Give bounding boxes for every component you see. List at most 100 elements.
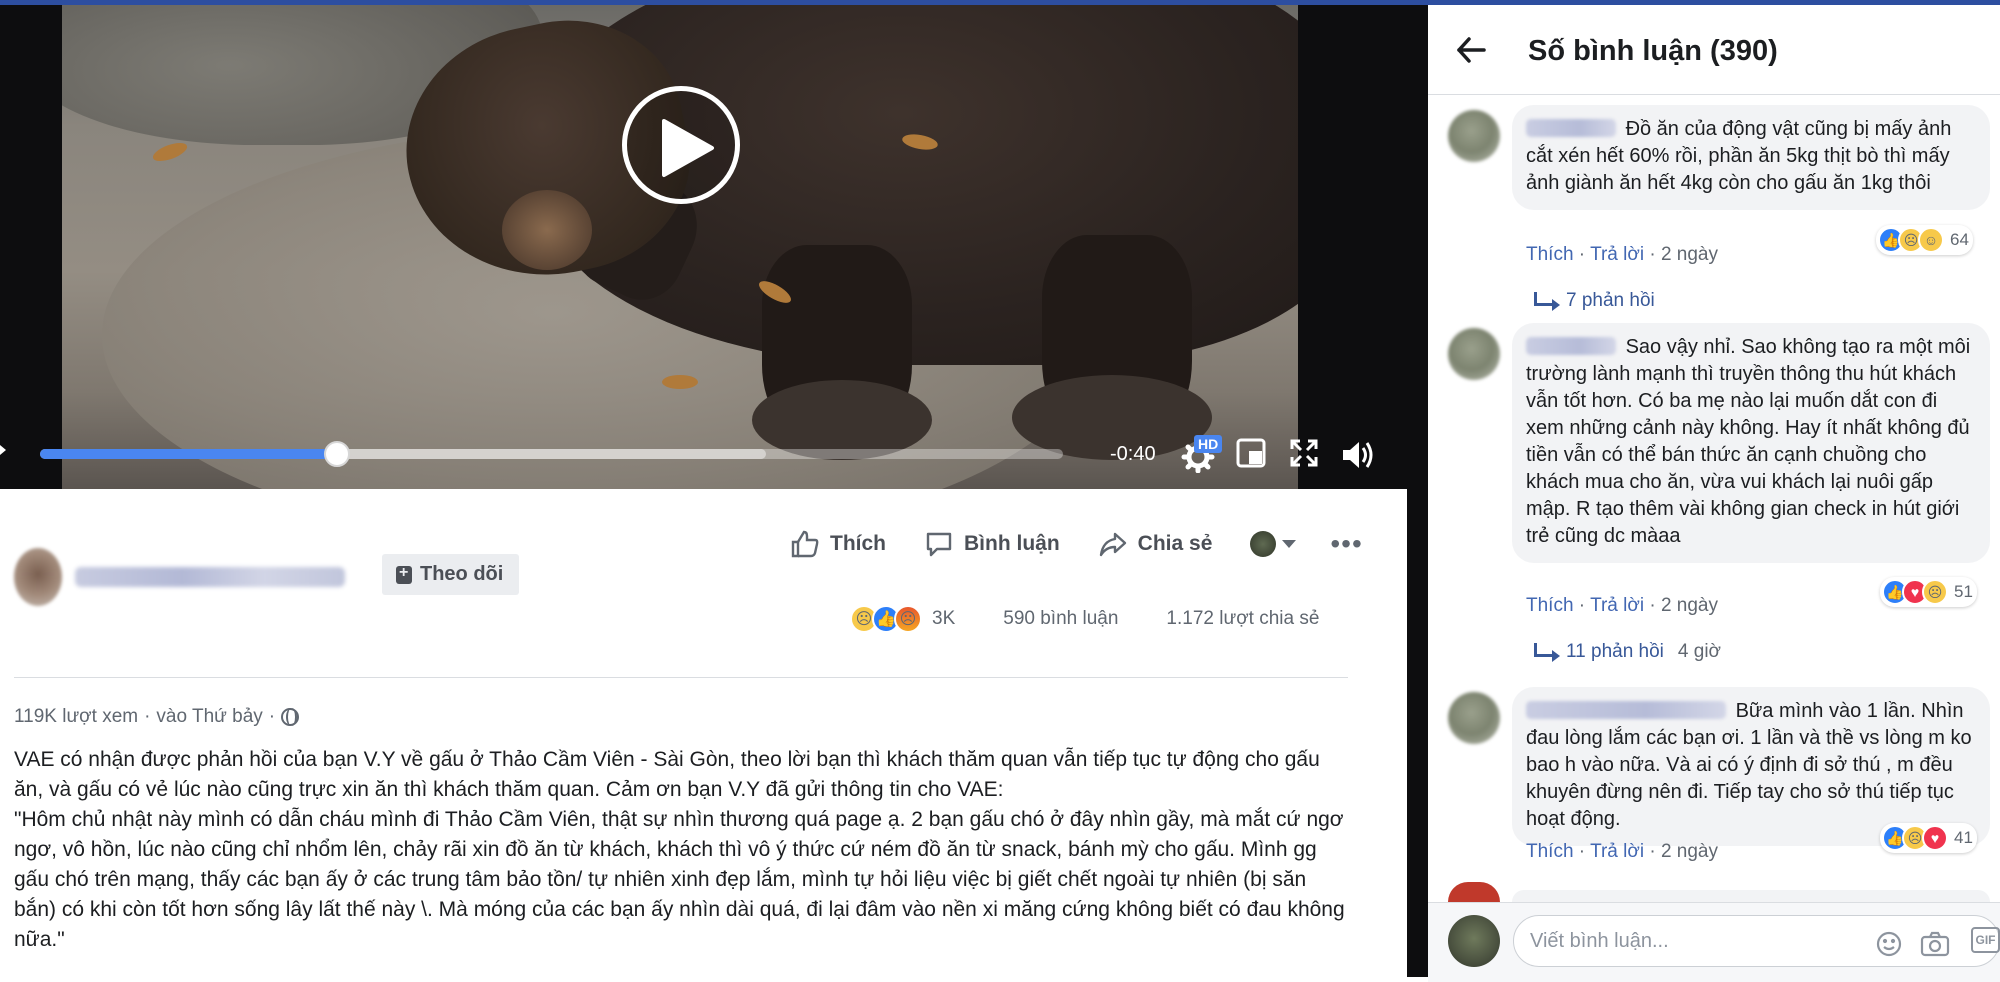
reaction-count: 64 — [1950, 230, 1969, 249]
follow-label: Theo dõi — [420, 563, 504, 585]
divider — [14, 677, 1348, 678]
thumbs-up-icon — [791, 530, 819, 558]
time-remaining: -0:40 — [1110, 443, 1156, 465]
page-avatar[interactable] — [14, 548, 62, 606]
post-stats: ☹ 👍 ☹ 3K 590 bình luận 1.172 lượt chia s… — [850, 605, 1319, 633]
reaction-count: 41 — [1954, 828, 1973, 847]
fullscreen-icon[interactable] — [1288, 437, 1324, 473]
comment-bubble: Đồ ăn của động vật cũng bị mấy ảnh cắt x… — [1512, 105, 1990, 210]
camera-icon[interactable] — [1920, 930, 1950, 963]
comment-reactions[interactable]: 👍 ☹ ☺ 64 — [1876, 225, 1973, 255]
commenter-name-blurred[interactable] — [1526, 701, 1726, 719]
more-options-icon[interactable]: ••• — [1330, 530, 1362, 558]
view-count: 119K lượt xem — [14, 706, 139, 727]
shares-count-link[interactable]: 1.172 lượt chia sẻ — [1166, 608, 1319, 630]
next-commenter-avatar[interactable] — [1448, 882, 1500, 902]
follow-button[interactable]: Theo dõi — [382, 554, 520, 595]
page-name-blurred[interactable] — [75, 567, 345, 587]
video-frame[interactable] — [62, 5, 1298, 489]
acting-as-page-selector[interactable] — [1250, 531, 1297, 557]
like-label: Thích — [830, 532, 886, 555]
commenter-avatar[interactable] — [1448, 328, 1500, 380]
view-replies-link[interactable]: 11 phản hồi 4 giờ — [1534, 641, 1721, 663]
angry-reaction-icon: ☹ — [894, 605, 922, 633]
commenter-name-blurred[interactable] — [1526, 337, 1616, 355]
play-button[interactable] — [622, 86, 740, 204]
bear-snout — [502, 190, 592, 270]
comment-bubble-icon — [926, 532, 952, 557]
comments-count-link[interactable]: 590 bình luận — [1003, 608, 1118, 630]
video-controls: -0:40 HD — [0, 423, 1407, 483]
progress-played — [40, 449, 337, 459]
progress-scrubber[interactable] — [323, 441, 350, 467]
current-user-avatar[interactable] — [1448, 915, 1500, 967]
share-arrow-icon — [1099, 532, 1126, 557]
replies-count: 11 phản hồi — [1566, 641, 1664, 662]
comments-title: Số bình luận (390) — [1528, 35, 1778, 67]
post-body: VAE có nhận được phản hồi của bạn V.Y về… — [14, 745, 1354, 955]
reply-arrow-icon — [1534, 643, 1560, 662]
post-paragraph: "Hôm chủ nhật này mình có dẫn cháu mình … — [14, 808, 1345, 951]
comment-age[interactable]: 2 ngày — [1661, 244, 1718, 265]
commenter-name-blurred[interactable] — [1526, 119, 1616, 137]
video-progress-bar[interactable] — [40, 441, 1063, 467]
comment-composer: GIF — [1428, 902, 2000, 982]
comment-bubble: Sao vậy nhỉ. Sao không tạo ra một môi tr… — [1512, 323, 1990, 563]
post-action-bar: Thích Bình luận Chia sẻ ••• — [790, 526, 1363, 562]
meta-separator: · — [144, 706, 151, 727]
gif-icon[interactable]: GIF — [1971, 927, 2000, 953]
comment-like-link[interactable]: Thích — [1526, 595, 1574, 616]
hd-badge: HD — [1194, 435, 1223, 453]
next-comment-bubble — [1512, 890, 1990, 902]
comment-label: Bình luận — [964, 532, 1060, 555]
post-paragraph: VAE có nhận được phản hồi của bạn V.Y về… — [14, 748, 1320, 801]
comment-actions: Thích · Trả lời · 2 ngày — [1526, 595, 1718, 616]
emoji-icon[interactable] — [1875, 930, 1903, 963]
reaction-count: 51 — [1954, 582, 1973, 601]
meta-separator: · — [268, 706, 276, 727]
view-replies-link[interactable]: 7 phản hồi — [1534, 290, 1655, 312]
comment-like-link[interactable]: Thích — [1526, 244, 1574, 265]
commenter-avatar[interactable] — [1448, 110, 1500, 162]
comment-age[interactable]: 2 ngày — [1661, 841, 1718, 862]
follow-icon — [396, 564, 412, 584]
commenter-avatar[interactable] — [1448, 692, 1500, 744]
comment-actions: Thích · Trả lời · 2 ngày — [1526, 244, 1718, 265]
previous-arrow-icon[interactable] — [0, 445, 6, 455]
replies-age: 4 giờ — [1677, 641, 1721, 662]
video-player[interactable]: -0:40 HD — [0, 5, 1407, 489]
reply-arrow-icon — [1534, 292, 1560, 311]
chevron-down-icon — [1282, 540, 1297, 548]
sad-reaction-icon: ☹ — [1922, 579, 1948, 605]
comment-reply-link[interactable]: Trả lời — [1590, 595, 1644, 616]
like-button[interactable]: Thích — [790, 529, 886, 559]
comment-reactions[interactable]: 👍 ☹ ♥ 41 — [1880, 823, 1977, 853]
comment-like-link[interactable]: Thích — [1526, 841, 1574, 862]
comments-panel: Số bình luận (390) Đồ ăn của động vật cũ… — [1428, 5, 2000, 982]
back-arrow-icon[interactable] — [1454, 33, 1488, 72]
comment-button[interactable]: Bình luận — [924, 529, 1060, 559]
volume-icon[interactable] — [1340, 437, 1376, 473]
comments-header: Số bình luận (390) — [1428, 5, 2000, 95]
play-icon — [662, 119, 714, 177]
reaction-icons[interactable]: ☹ 👍 ☹ — [850, 605, 922, 633]
dry-leaf — [662, 375, 698, 389]
globe-icon — [281, 708, 300, 726]
comment-reply-link[interactable]: Trả lời — [1590, 244, 1644, 265]
haha-reaction-icon: ☺ — [1918, 227, 1944, 253]
post-date[interactable]: vào Thứ bảy — [156, 706, 262, 728]
comment-text: Bữa mình vào 1 lần. Nhìn đau lòng lắm cá… — [1526, 700, 1972, 830]
comment-text: Sao vậy nhỉ. Sao không tạo ra một môi tr… — [1526, 336, 1971, 547]
share-label: Chia sẻ — [1137, 532, 1213, 555]
panel-separator — [1407, 5, 1428, 977]
comment-age[interactable]: 2 ngày — [1661, 595, 1718, 616]
reactions-count[interactable]: 3K — [932, 608, 955, 630]
comment-reactions[interactable]: 👍 ♥ ☹ 51 — [1880, 577, 1977, 607]
miniplayer-icon[interactable] — [1235, 437, 1271, 473]
replies-count: 7 phản hồi — [1566, 290, 1655, 311]
post-meta: 119K lượt xem · vào Thứ bảy · — [14, 706, 300, 728]
share-button[interactable]: Chia sẻ — [1098, 529, 1213, 559]
love-reaction-icon: ♥ — [1922, 825, 1948, 851]
comment-reply-link[interactable]: Trả lời — [1590, 841, 1644, 862]
acting-page-avatar — [1250, 531, 1277, 557]
